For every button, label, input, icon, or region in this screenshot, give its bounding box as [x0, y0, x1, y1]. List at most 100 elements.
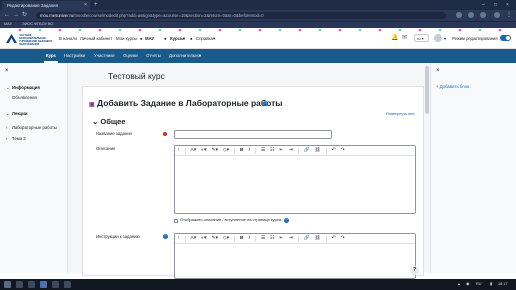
messages-icon[interactable]: ✉: [402, 35, 407, 42]
tab-grades[interactable]: Оценки: [123, 49, 138, 63]
italic-icon[interactable]: I: [248, 146, 249, 156]
language-select[interactable]: ru ▾: [414, 34, 429, 42]
font-icon[interactable]: A▾: [191, 234, 197, 244]
help-icon[interactable]: ?: [263, 101, 268, 106]
files-icon[interactable]: [16, 281, 23, 288]
bullet-list-icon[interactable]: ☰: [261, 146, 265, 156]
color-icon[interactable]: ◇▾: [223, 146, 229, 156]
section-general[interactable]: ⌄ Общее: [92, 117, 126, 127]
minimize-icon[interactable]: –: [482, 1, 485, 9]
volume-icon[interactable]: ◉: [466, 279, 469, 290]
course-index-item[interactable]: Объявления: [12, 95, 37, 101]
nav-courses[interactable]: Курсы: [170, 35, 184, 42]
undo-icon[interactable]: ↶: [332, 146, 336, 156]
bullet-list-icon[interactable]: ☰: [261, 234, 265, 244]
redo-icon[interactable]: ↷: [341, 146, 345, 156]
link-icon[interactable]: 🔗: [304, 234, 310, 244]
browser-icon[interactable]: [40, 281, 47, 288]
instructions-editor[interactable]: ⁝ A▾ ◐▾ ✎▾ ◇▾ B I ☰ ☷ ⇤ ⇥ 🔗 ⛓ ↶ ↷: [174, 233, 416, 279]
close-window-icon[interactable]: ×: [506, 1, 509, 9]
chevron-right-icon[interactable]: ›: [6, 125, 7, 131]
maximize-icon[interactable]: □: [494, 1, 497, 9]
reload-icon[interactable]: ↻: [22, 10, 27, 21]
chevron-right-icon[interactable]: ›: [6, 136, 7, 142]
unlink-icon[interactable]: ⛓: [314, 234, 320, 244]
highlight-icon[interactable]: ✎▾: [211, 146, 217, 156]
course-index-section[interactable]: Тема 3: [12, 136, 26, 142]
nav-help[interactable]: Справка: [196, 35, 213, 42]
show-description-checkbox[interactable]: [174, 219, 178, 223]
forward-icon[interactable]: →: [13, 10, 19, 21]
add-block-link[interactable]: + Добавить блок: [436, 84, 469, 90]
extension-icon[interactable]: [468, 12, 474, 18]
chevron-down-icon[interactable]: ▾: [444, 35, 446, 42]
bold-icon[interactable]: B: [240, 146, 243, 156]
expand-all-link[interactable]: Развернуть все: [386, 111, 415, 117]
course-index-section[interactable]: Информация: [12, 85, 40, 91]
nav-dashboard[interactable]: Личный кабинет: [80, 35, 112, 42]
paragraph-icon[interactable]: ◐▾: [201, 234, 206, 244]
tab-reports[interactable]: Отчеты: [146, 49, 161, 63]
toolbar-toggle-icon[interactable]: ⁝: [178, 234, 180, 244]
italic-icon[interactable]: I: [248, 234, 249, 244]
close-tab-icon[interactable]: ×: [84, 1, 87, 10]
edit-mode-toggle[interactable]: [500, 35, 511, 41]
tab-participants[interactable]: Участники: [94, 49, 115, 63]
bookmark-item[interactable]: ЭИОС ФГБОУ ВО: [22, 21, 53, 28]
url-field[interactable]: mou.mesuniver.ru/moodle/course/modedit.p…: [36, 12, 446, 19]
nav-mau[interactable]: МАУ: [145, 35, 154, 42]
toolbar-toggle-icon[interactable]: ⁝: [178, 146, 180, 156]
description-editor[interactable]: ⁝ A▾ ◐▾ ✎▾ ◇▾ B I ☰ ☷ ⇤ ⇥ 🔗 ⛓ ↶ ↷: [174, 145, 416, 214]
chevron-down-icon[interactable]: ▾: [213, 35, 215, 42]
help-icon[interactable]: ?: [284, 218, 289, 223]
nav-my-courses[interactable]: Мои курсы: [116, 35, 137, 42]
new-tab-button[interactable]: +: [94, 1, 98, 9]
redo-icon[interactable]: ↷: [341, 234, 345, 244]
battery-icon[interactable]: ▮: [490, 279, 492, 290]
menu-icon[interactable]: ⋮: [506, 12, 512, 18]
indent-icon[interactable]: ⇥: [288, 234, 292, 244]
avatar[interactable]: [434, 34, 442, 42]
notifications-icon[interactable]: 🔔: [391, 35, 398, 42]
close-drawer-icon[interactable]: ×: [5, 68, 9, 74]
font-icon[interactable]: A▾: [191, 146, 197, 156]
close-drawer-icon[interactable]: ×: [436, 68, 440, 74]
help-icon[interactable]: ?: [163, 234, 168, 239]
numbered-list-icon[interactable]: ☷: [270, 234, 274, 244]
bookmark-item[interactable]: МАУ: [4, 21, 12, 28]
keyboard-layout[interactable]: RU: [476, 279, 481, 290]
course-index-section[interactable]: Лабораторные работы: [12, 125, 57, 131]
chevron-down-icon[interactable]: ▾: [199, 49, 201, 63]
link-icon[interactable]: 🔗: [304, 146, 310, 156]
clock[interactable]: 18:17: [498, 279, 508, 290]
download-icon[interactable]: [480, 12, 486, 18]
undo-icon[interactable]: ↶: [332, 234, 336, 244]
terminal-icon[interactable]: [28, 281, 35, 288]
assignment-name-input[interactable]: [174, 130, 332, 139]
tab-settings[interactable]: Настройки: [64, 49, 85, 63]
paragraph-icon[interactable]: ◐▾: [201, 146, 206, 156]
chevron-down-icon[interactable]: ⌄: [6, 111, 10, 117]
site-logo[interactable]: ЧАСТНОЕ ОБРАЗОВАТЕЛЬНОЕ УЧРЕЖДЕНИЕ ВЫСШЕ…: [6, 33, 54, 46]
back-icon[interactable]: ←: [4, 10, 10, 21]
bookmark-star-icon[interactable]: [456, 12, 462, 18]
start-menu-icon[interactable]: [4, 281, 11, 288]
course-index-section[interactable]: Лекции: [12, 111, 27, 117]
highlight-icon[interactable]: ✎▾: [211, 234, 217, 244]
profile-icon[interactable]: [494, 12, 500, 18]
chevron-down-icon[interactable]: ⌄: [6, 85, 10, 91]
bold-icon[interactable]: B: [240, 234, 243, 244]
outdent-icon[interactable]: ⇤: [279, 234, 283, 244]
numbered-list-icon[interactable]: ☷: [270, 146, 274, 156]
tab-more[interactable]: Дополнительно: [169, 49, 200, 63]
network-icon[interactable]: ▴: [458, 279, 460, 290]
chevron-down-icon[interactable]: ▾: [183, 35, 185, 42]
scrollbar[interactable]: [425, 66, 429, 114]
browser-tab[interactable]: Редактирование Задания ×: [2, 1, 90, 10]
app-icon[interactable]: [64, 281, 71, 288]
unlink-icon[interactable]: ⛓: [314, 146, 320, 156]
color-icon[interactable]: ◇▾: [223, 234, 229, 244]
nav-home[interactable]: В начало: [59, 35, 77, 42]
indent-icon[interactable]: ⇥: [288, 146, 292, 156]
help-button[interactable]: ?: [410, 266, 419, 275]
